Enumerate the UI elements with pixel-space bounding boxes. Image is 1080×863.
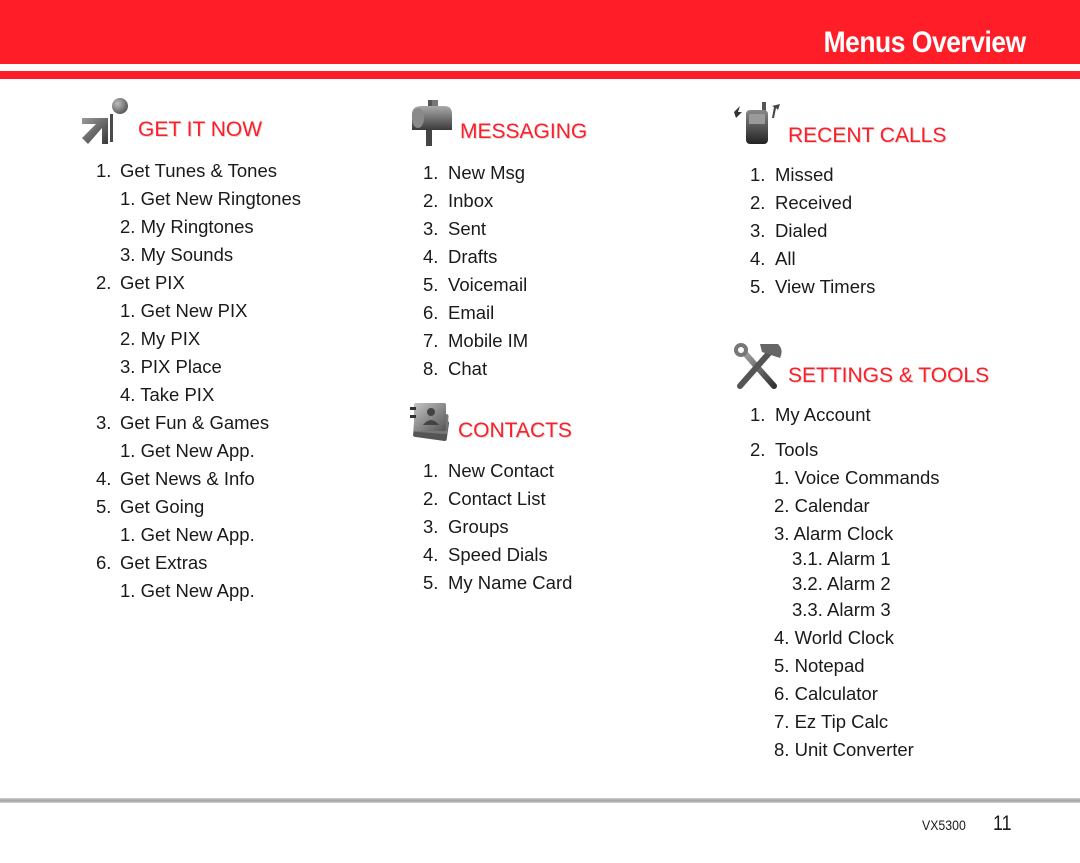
section-title: MESSAGING [460,120,588,143]
menu-item: 3. Sent [423,218,487,239]
menu-item: 2. Tools [750,439,819,460]
footer-rule [0,798,1080,803]
menu-item: 2. Received [750,192,853,213]
header-rule [0,71,1080,79]
arrow-ball-icon [78,96,130,144]
menu-subsubitem: 3.3. Alarm 3 [792,599,891,620]
phone-calls-icon [732,100,784,148]
section-title: CONTACTS [458,419,572,442]
menu-subitem: 1. Get New Ringtones [120,188,301,209]
menu-subitem: 1. Get New App. [120,440,255,461]
menu-subitem: 4. World Clock [774,627,894,648]
header-gap [0,64,1080,71]
menu-subitem: 7. Ez Tip Calc [774,711,889,732]
menu-item: 4. Get News & Info [96,468,255,489]
section-title: SETTINGS & TOOLS [788,364,990,387]
menu-item: 4. All [750,248,796,269]
menu-item: 6. Get Extras [96,552,208,573]
menu-subitem: 2. My PIX [120,328,201,349]
menu-subitem: 2. Calendar [774,495,870,516]
menu-item: 5. View Timers [750,276,876,297]
page-title: Menus Overview [823,26,1027,59]
section-title: RECENT CALLS [788,124,947,147]
menu-item: 1. Get Tunes & Tones [96,160,278,181]
mailbox-icon [406,98,458,146]
menu-item: 2. Contact List [423,488,546,509]
menu-subitem: 2. My Ringtones [120,216,254,237]
menu-subsubitem: 3.1. Alarm 1 [792,548,891,569]
menu-item: 2. Inbox [423,190,494,211]
menu-subitem: 5. Notepad [774,655,865,676]
menu-subsubitem: 3.2. Alarm 2 [792,573,891,594]
menu-item: 5. My Name Card [423,572,573,593]
menu-subitem: 1. Voice Commands [774,467,940,488]
menu-subitem: 1. Get New PIX [120,300,248,321]
menu-item: 3. Get Fun & Games [96,412,270,433]
menu-subitem: 1. Get New App. [120,580,255,601]
menu-item: 3. Groups [423,516,509,537]
menu-item: 6. Email [423,302,495,323]
wrench-hammer-icon [732,340,784,389]
menu-item: 5. Get Going [96,496,205,517]
menu-subitem: 1. Get New App. [120,524,255,545]
menu-item: 1. Missed [750,164,834,185]
menu-subitem: 8. Unit Converter [774,739,914,760]
model-name: VX5300 [922,817,966,833]
menu-subitem: 3. PIX Place [120,356,222,377]
menu-item: 1. New Msg [423,162,526,183]
address-book-icon [406,397,458,445]
section-title: GET IT NOW [138,118,263,141]
menu-item: 1. My Account [750,404,871,425]
menu-item: 1. New Contact [423,460,554,481]
menu-item: 4. Speed Dials [423,544,548,565]
page-number: 11 [993,812,1012,835]
menu-subitem: 6. Calculator [774,683,878,704]
menu-item: 7. Mobile IM [423,330,529,351]
menu-subitem: 3. My Sounds [120,244,234,265]
menu-item: 2. Get PIX [96,272,185,293]
menu-item: 3. Dialed [750,220,828,241]
menu-item: 4. Drafts [423,246,498,267]
menu-item: 8. Chat [423,358,488,379]
menu-subitem: 4. Take PIX [120,384,215,405]
menu-subitem: 3. Alarm Clock [774,523,894,544]
menu-item: 5. Voicemail [423,274,528,295]
